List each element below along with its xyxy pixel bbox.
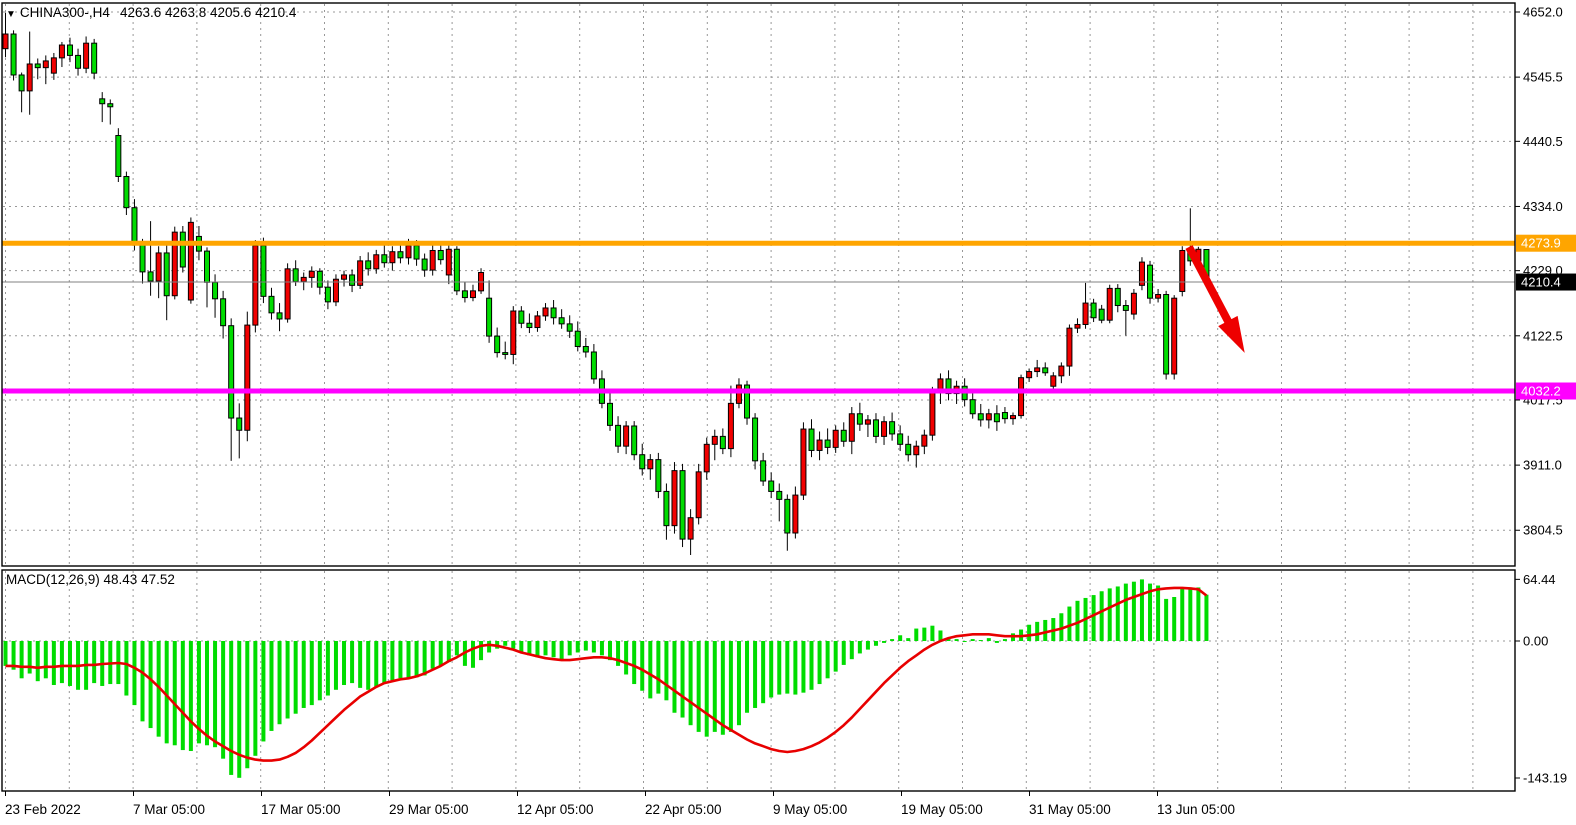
svg-text:23 Feb 2022: 23 Feb 2022 [5, 802, 81, 817]
svg-text:4545.5: 4545.5 [1523, 70, 1563, 85]
sell-signal-arrow [1189, 247, 1245, 353]
trading-chart-window[interactable]: 4652.04545.54440.54334.04229.04122.54017… [0, 0, 1576, 825]
svg-text:-143.19: -143.19 [1523, 770, 1567, 785]
svg-text:4032.2: 4032.2 [1521, 384, 1561, 399]
svg-text:4652.0: 4652.0 [1523, 5, 1563, 20]
svg-text:17 Mar 05:00: 17 Mar 05:00 [261, 802, 341, 817]
macd-histogram [4, 579, 1209, 777]
svg-text:3804.5: 3804.5 [1523, 523, 1563, 538]
svg-text:4122.5: 4122.5 [1523, 328, 1563, 343]
svg-text:29 Mar 05:00: 29 Mar 05:00 [389, 802, 469, 817]
svg-text:64.44: 64.44 [1523, 572, 1556, 587]
svg-text:0.00: 0.00 [1523, 634, 1548, 649]
svg-text:4273.9: 4273.9 [1521, 236, 1561, 251]
price-tags: 4273.9 4032.2 4210.4 [1516, 235, 1576, 400]
svg-text:4334.0: 4334.0 [1523, 199, 1563, 214]
svg-text:3911.0: 3911.0 [1523, 458, 1562, 473]
svg-text:22 Apr 05:00: 22 Apr 05:00 [645, 802, 722, 817]
svg-text:13 Jun 05:00: 13 Jun 05:00 [1157, 802, 1235, 817]
svg-text:4440.5: 4440.5 [1523, 134, 1563, 149]
chart-title: ▼ CHINA300-,H4 4263.6 4263.8 4205.6 4210.4 [6, 5, 296, 20]
symbol-period-label: CHINA300-,H4 [20, 5, 110, 20]
svg-text:19 May 05:00: 19 May 05:00 [901, 802, 983, 817]
time-axis: 23 Feb 2022 7 Mar 05:00 17 Mar 05:00 29 Mar… [5, 791, 1235, 817]
ohlc-readout: 4263.6 4263.8 4205.6 4210.4 [120, 5, 296, 20]
svg-text:7 Mar 05:00: 7 Mar 05:00 [133, 802, 205, 817]
svg-text:31 May 05:00: 31 May 05:00 [1029, 802, 1111, 817]
svg-text:9 May 05:00: 9 May 05:00 [773, 802, 847, 817]
candlestick-series [3, 13, 1209, 555]
macd-indicator-label: MACD(12,26,9) 48.43 47.52 [6, 572, 175, 587]
symbol-dropdown-icon[interactable]: ▼ [6, 9, 16, 20]
chart-canvas[interactable]: 4652.04545.54440.54334.04229.04122.54017… [0, 0, 1576, 825]
svg-text:4210.4: 4210.4 [1521, 275, 1561, 290]
svg-text:12 Apr 05:00: 12 Apr 05:00 [517, 802, 594, 817]
